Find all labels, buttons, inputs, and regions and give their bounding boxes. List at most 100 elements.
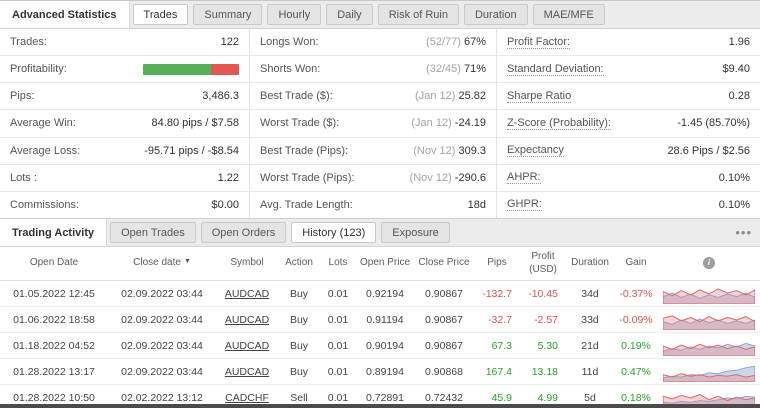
stat-muted: (Jan 12) (411, 117, 454, 129)
history-row: 01.18.2022 04:5202.09.2022 03:44AUDCADBu… (0, 333, 760, 359)
stat-row: Sharpe Ratio0.28 (497, 83, 760, 110)
cell-gain: 0.47% (614, 359, 658, 385)
cell-open-price: 0.90194 (356, 333, 414, 359)
col-header-pips[interactable]: Pips (474, 247, 520, 281)
stat-label: Standard Deviation: (507, 63, 604, 76)
col-header-label: Duration (571, 257, 609, 268)
cell-open-price: 0.92194 (356, 281, 414, 307)
stat-label: Commissions: (10, 199, 79, 211)
stat-number: 28.6 Pips / $2.56 (667, 145, 750, 157)
stat-label: Profitability: (10, 63, 67, 75)
stats-tab-trades[interactable]: Trades (133, 4, 189, 25)
cell-symbol: AUDCAD (216, 359, 278, 385)
stat-label: Pips: (10, 90, 34, 102)
stat-number: -1.45 (85.70%) (677, 117, 750, 129)
col-header-profit[interactable]: Profit(USD) (520, 247, 566, 281)
stat-value: 122 (221, 36, 239, 48)
activity-tab-exposure[interactable]: Exposure (381, 222, 449, 243)
stat-label: Average Loss: (10, 145, 80, 157)
col-header-label: Action (285, 257, 313, 268)
cell-close-price: 0.90867 (414, 281, 474, 307)
stat-number: 1.96 (729, 36, 750, 48)
cell-lots: 0.01 (320, 281, 356, 307)
stats-tab-risk-of-ruin[interactable]: Risk of Ruin (378, 4, 459, 25)
info-icon[interactable]: i (703, 257, 715, 269)
stat-number: 0.10% (719, 199, 750, 211)
cell-close-price: 0.90867 (414, 333, 474, 359)
stat-value: (Nov 12) -290.6 (410, 172, 486, 184)
symbol-link[interactable]: AUDCAD (225, 314, 269, 326)
stats-tab-hourly[interactable]: Hourly (267, 4, 321, 25)
stat-row: GHPR:0.10% (497, 192, 760, 218)
col-header-close_date[interactable]: Close date▼ (108, 247, 216, 281)
col-header-action[interactable]: Action (278, 247, 320, 281)
stats-tab-mae-mfe[interactable]: MAE/MFE (533, 4, 605, 25)
stat-row: Best Trade (Pips):(Nov 12) 309.3 (250, 138, 496, 165)
col-header-gain[interactable]: Gain (614, 247, 658, 281)
stat-label: Best Trade ($): (260, 90, 333, 102)
symbol-link[interactable]: AUDCAD (225, 366, 269, 378)
symbol-link[interactable]: CADCHF (225, 392, 269, 404)
cell-chart (658, 359, 760, 385)
cell-chart (658, 307, 760, 333)
stat-number: -290.6 (455, 172, 486, 184)
stat-number: -95.71 pips / -$8.54 (144, 145, 239, 157)
stat-value: -1.45 (85.70%) (677, 117, 750, 129)
col-header-open_price[interactable]: Open Price (356, 247, 414, 281)
activity-tab-open-orders[interactable]: Open Orders (201, 222, 287, 243)
cell-close-date: 02.09.2022 03:44 (108, 281, 216, 307)
activity-tabbar: Trading Activity Open TradesOpen OrdersH… (0, 219, 760, 247)
history-row: 01.28.2022 10:5002.02.2022 13:12CADCHFSe… (0, 385, 760, 405)
activity-menu-button[interactable]: ••• (735, 219, 752, 246)
col-header-label: Close date (133, 257, 181, 268)
stats-col-2: Longs Won:(52/77) 67%Shorts Won:(32/45) … (250, 29, 497, 218)
col-header-open_date[interactable]: Open Date (0, 247, 108, 281)
stat-value: 28.6 Pips / $2.56 (667, 145, 750, 157)
history-header-row: Open DateClose date▼Symbol Action LotsOpen… (0, 247, 760, 281)
stats-tab-duration[interactable]: Duration (464, 4, 528, 25)
stat-value: 3,486.3 (202, 90, 239, 102)
stats-tab-summary[interactable]: Summary (193, 4, 262, 25)
profitability-bar (143, 64, 239, 75)
stat-value: (52/77) 67% (426, 36, 486, 48)
trade-sparkline-chart (663, 362, 755, 382)
stat-row: Worst Trade (Pips):(Nov 12) -290.6 (250, 165, 496, 192)
stats-col-3: Profit Factor:1.96Standard Deviation:$9.… (497, 29, 760, 218)
stat-muted: (Jan 12) (415, 90, 458, 102)
symbol-link[interactable]: AUDCAD (225, 288, 269, 300)
stat-value: 0.10% (719, 199, 750, 211)
col-header-duration[interactable]: Duration (566, 247, 614, 281)
activity-tab-open-trades[interactable]: Open Trades (110, 222, 196, 243)
stat-label: Trades: (10, 36, 47, 48)
stat-number: $0.00 (211, 199, 239, 211)
cell-chart (658, 385, 760, 405)
stat-muted: (32/45) (426, 63, 464, 75)
stat-value: -95.71 pips / -$8.54 (144, 145, 239, 157)
cell-gain: -0.09% (614, 307, 658, 333)
col-header-close_price[interactable]: Close Price (414, 247, 474, 281)
cell-profit: 13.18 (520, 359, 566, 385)
cell-chart (658, 333, 760, 359)
col-header-lots[interactable]: Lots (320, 247, 356, 281)
col-header-symbol[interactable]: Symbol (216, 247, 278, 281)
stat-value: (Jan 12) -24.19 (411, 117, 486, 129)
cell-symbol: AUDCAD (216, 333, 278, 359)
stat-number: 3,486.3 (202, 90, 239, 102)
cell-action: Sell (278, 385, 320, 405)
stat-row: Commissions: $0.00 (0, 192, 249, 218)
activity-tab-history-123-[interactable]: History (123) (291, 222, 376, 243)
stat-value: $0.00 (211, 199, 239, 211)
cell-symbol: AUDCAD (216, 307, 278, 333)
profitability-bar-red (211, 64, 239, 75)
stat-row: Average Win:84.80 pips / $7.58 (0, 110, 249, 137)
stats-tab-daily[interactable]: Daily (326, 4, 372, 25)
cell-close-date: 02.09.2022 03:44 (108, 333, 216, 359)
widget-bottom-border (0, 404, 760, 408)
symbol-link[interactable]: AUDCAD (225, 340, 269, 352)
stat-number: 84.80 pips / $7.58 (152, 117, 239, 129)
stat-number: 309.3 (458, 145, 486, 157)
cell-lots: 0.01 (320, 385, 356, 405)
cell-gain: 0.19% (614, 333, 658, 359)
cell-action: Buy (278, 359, 320, 385)
cell-open-price: 0.72891 (356, 385, 414, 405)
